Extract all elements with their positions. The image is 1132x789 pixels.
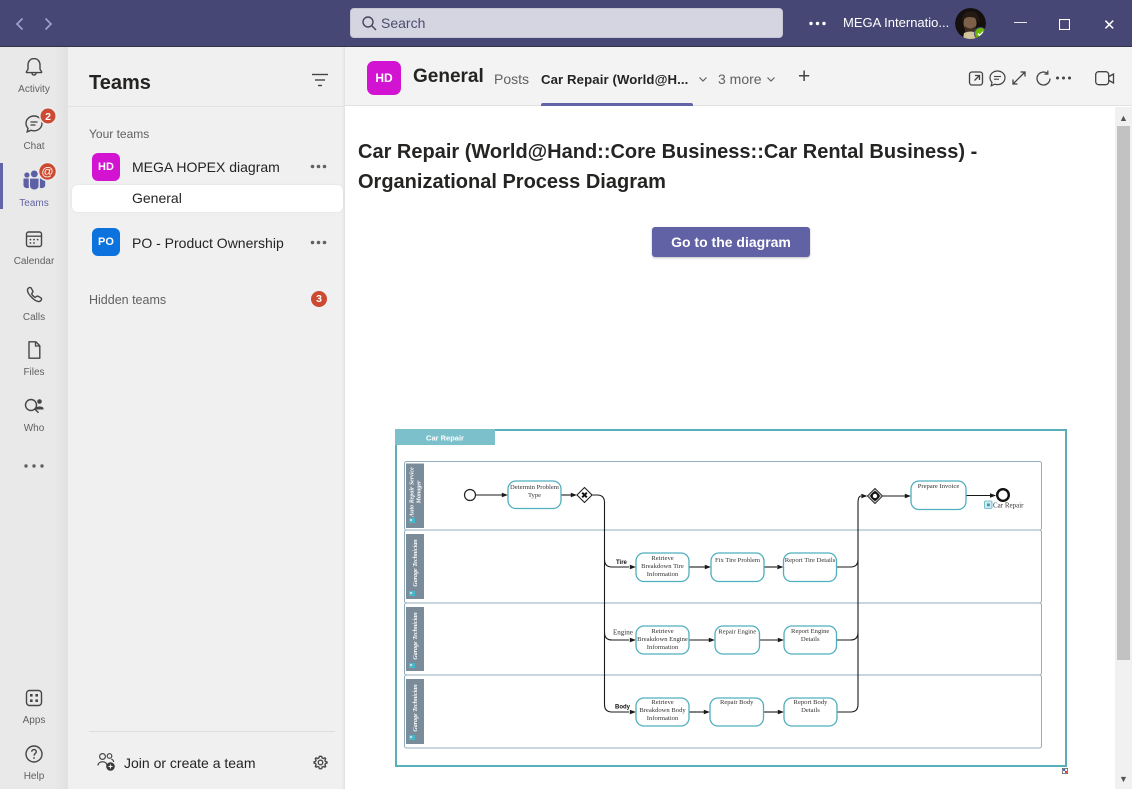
svg-text:2: 2 xyxy=(45,111,51,123)
svg-text:Prepare Invoice: Prepare Invoice xyxy=(918,483,960,490)
svg-text:Retrieve: Retrieve xyxy=(651,699,673,706)
svg-text:Body: Body xyxy=(615,705,631,711)
svg-text:Manager: Manager xyxy=(417,480,423,504)
svg-text:Retrieve: Retrieve xyxy=(651,555,673,562)
svg-text:Type: Type xyxy=(528,492,541,499)
svg-text:Car Repair: Car Repair xyxy=(426,433,464,442)
svg-text:Breakdown Tire: Breakdown Tire xyxy=(641,563,684,570)
svg-text:Garage Technician: Garage Technician xyxy=(413,539,419,587)
svg-text:Repair Body: Repair Body xyxy=(720,699,754,706)
svg-text:Information: Information xyxy=(647,715,679,722)
svg-text:Details: Details xyxy=(801,707,820,714)
svg-text:Auto Repair Service: Auto Repair Service xyxy=(410,467,416,518)
svg-text:Garage Technician: Garage Technician xyxy=(413,684,419,732)
svg-text:@: @ xyxy=(41,165,53,179)
svg-text:Retrieve: Retrieve xyxy=(651,628,673,635)
svg-text:Breakdown Engine: Breakdown Engine xyxy=(637,636,688,643)
svg-text:Report Body: Report Body xyxy=(794,699,829,706)
svg-text:Fix Tire Problem: Fix Tire Problem xyxy=(715,557,761,564)
svg-text:Information: Information xyxy=(647,571,679,578)
svg-text:Report Tire Details: Report Tire Details xyxy=(785,557,836,564)
svg-text:Information: Information xyxy=(647,644,679,651)
svg-text:Report Engine: Report Engine xyxy=(791,628,829,635)
svg-text:Repair Engine: Repair Engine xyxy=(718,629,756,636)
svg-text:Tire: Tire xyxy=(616,560,628,566)
svg-text:Engine: Engine xyxy=(613,629,633,637)
svg-text:Car Repair: Car Repair xyxy=(993,502,1024,510)
svg-text:Details: Details xyxy=(801,636,820,643)
svg-text:Breakdown Body: Breakdown Body xyxy=(639,707,686,714)
svg-text:Garage Technician: Garage Technician xyxy=(413,612,419,660)
svg-text:Determin Problem: Determin Problem xyxy=(510,484,560,491)
